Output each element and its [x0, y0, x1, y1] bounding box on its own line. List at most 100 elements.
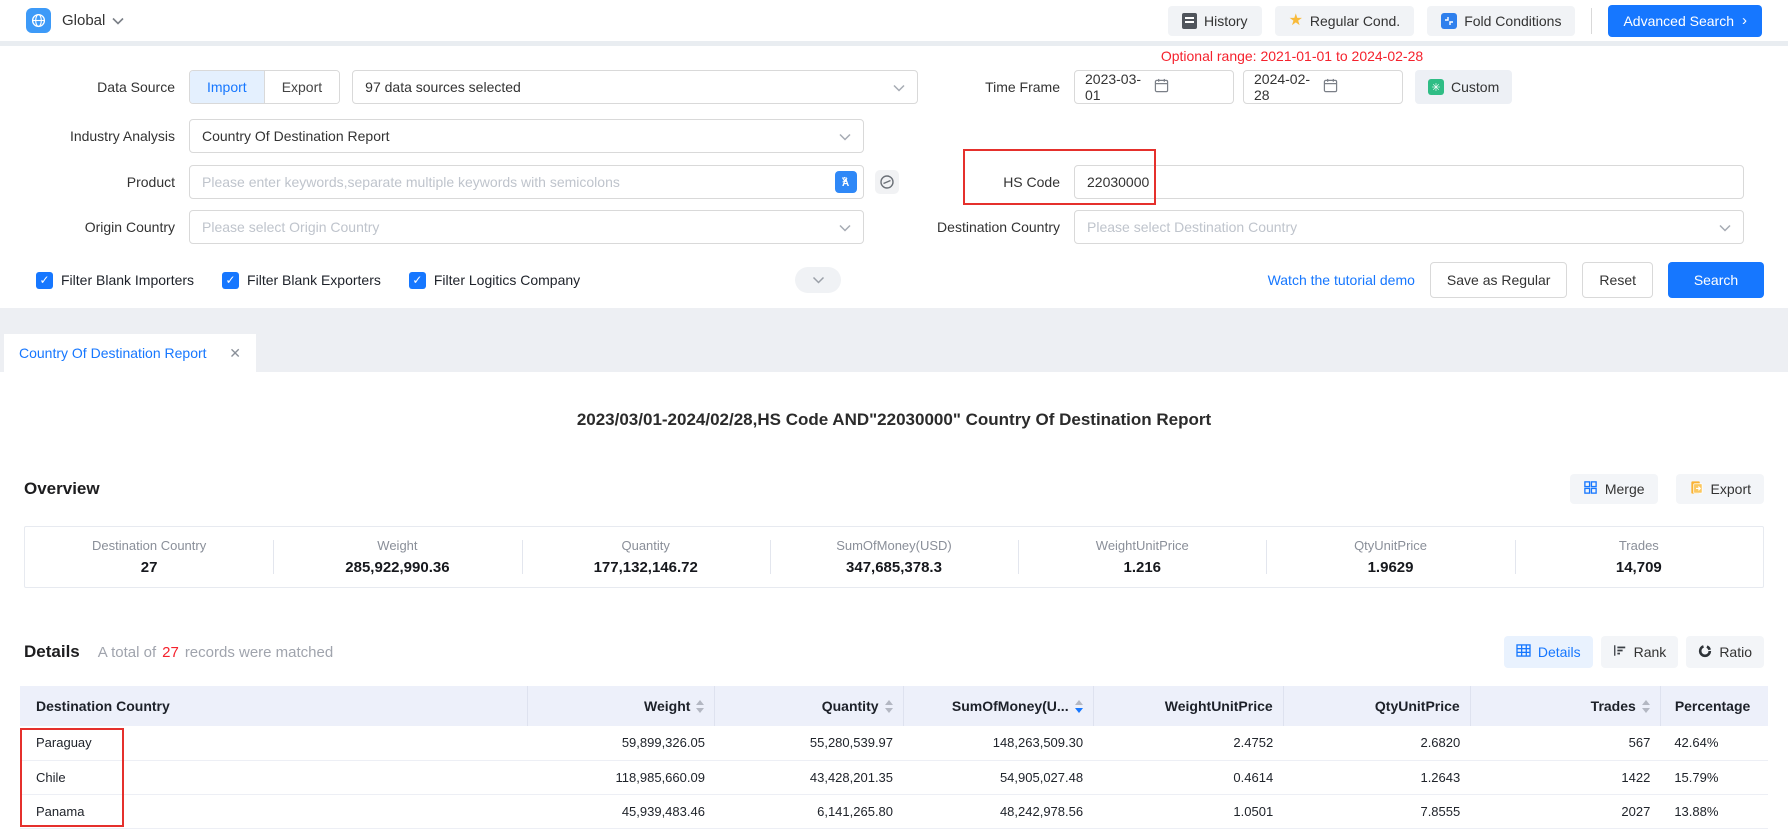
chevron-down-icon[interactable] — [112, 12, 124, 30]
custom-range-button[interactable]: ✳ Custom — [1415, 70, 1512, 104]
data-source-toggle: Import Export — [189, 70, 340, 104]
time-frame-fields: 2023-03-01 2024-02-28 ✳ Custom — [1074, 70, 1512, 104]
overview-header: Overview Merge Export — [0, 474, 1788, 504]
merge-icon — [1583, 480, 1598, 498]
fold-conditions-label: Fold Conditions — [1464, 13, 1561, 29]
stat-label: Weight — [377, 538, 417, 553]
regular-cond-button[interactable]: ★ Regular Cond. — [1275, 6, 1415, 36]
col-quantity-label: Quantity — [822, 698, 879, 714]
col-trades[interactable]: Trades — [1470, 686, 1660, 726]
stat-value: 27 — [141, 559, 158, 576]
col-trades-label: Trades — [1591, 698, 1636, 714]
product-keywords-input[interactable] — [189, 165, 864, 199]
stat-sum-of-money: SumOfMoney(USD) 347,685,378.3 — [770, 538, 1018, 576]
save-as-regular-button[interactable]: Save as Regular — [1430, 262, 1568, 298]
view-ratio-button[interactable]: Ratio — [1686, 636, 1764, 668]
end-date-input[interactable]: 2024-02-28 — [1243, 70, 1403, 104]
search-button[interactable]: Search — [1668, 262, 1764, 298]
stat-qty-unit-price: QtyUnitPrice 1.9629 — [1266, 538, 1514, 576]
cell-percentage: 42.64% — [1660, 726, 1768, 760]
stat-label: Destination Country — [92, 538, 206, 553]
stat-destination-country: Destination Country 27 — [25, 538, 273, 576]
calendar-icon — [1323, 78, 1392, 96]
details-table: Destination Country Weight Quantity SumO… — [20, 686, 1768, 829]
cell-percentage: 13.88% — [1660, 794, 1768, 828]
col-weight-unit-price: WeightUnitPrice — [1093, 686, 1283, 726]
origin-country-select[interactable]: Please select Origin Country — [189, 210, 864, 244]
export-label: Export — [1711, 481, 1751, 497]
sort-icon[interactable] — [1642, 700, 1650, 713]
summary-count: 27 — [162, 644, 179, 661]
chevron-right-icon: › — [1742, 12, 1747, 29]
cell-weight: 59,899,326.05 — [528, 726, 715, 760]
reset-button[interactable]: Reset — [1582, 262, 1653, 298]
region-selector-label[interactable]: Global — [62, 12, 105, 29]
col-quantity[interactable]: Quantity — [715, 686, 903, 726]
col-sum-of-money-label: SumOfMoney(U... — [952, 698, 1069, 714]
origin-country-placeholder: Please select Origin Country — [202, 219, 839, 235]
col-weight[interactable]: Weight — [528, 686, 715, 726]
stat-trades: Trades 14,709 — [1515, 538, 1763, 576]
stat-label: Quantity — [621, 538, 669, 553]
import-option[interactable]: Import — [190, 71, 264, 103]
stat-value: 285,922,990.36 — [345, 559, 449, 576]
top-bar: Global History ★ Regular Cond. Fold Cond… — [0, 0, 1788, 41]
sort-icon[interactable] — [696, 700, 704, 713]
translate-icon[interactable]: A — [835, 171, 857, 193]
custom-icon: ✳ — [1428, 79, 1444, 95]
sort-icon-active-desc[interactable] — [1075, 700, 1083, 713]
filter-checkboxes: ✓ Filter Blank Importers ✓ Filter Blank … — [36, 272, 580, 289]
cell-sum-of-money: 148,263,509.30 — [903, 726, 1093, 760]
cell-country: Panama — [20, 794, 528, 828]
tutorial-demo-link[interactable]: Watch the tutorial demo — [1268, 272, 1415, 288]
chevron-down-icon — [839, 128, 851, 144]
history-button-label: History — [1204, 13, 1248, 29]
view-rank-label: Rank — [1634, 644, 1667, 660]
star-icon: ★ — [1289, 13, 1303, 29]
tab-title: Country Of Destination Report — [19, 345, 207, 361]
history-button[interactable]: History — [1168, 6, 1262, 36]
fold-conditions-button[interactable]: Fold Conditions — [1427, 6, 1575, 36]
filter-logitics-company-checkbox[interactable]: ✓ Filter Logitics Company — [409, 272, 580, 289]
destination-country-select[interactable]: Please select Destination Country — [1074, 210, 1744, 244]
destination-country-label: Destination Country — [890, 219, 1060, 235]
view-details-button[interactable]: Details — [1504, 636, 1593, 668]
close-icon[interactable]: ✕ — [229, 345, 241, 362]
sort-icon[interactable] — [885, 700, 893, 713]
view-details-label: Details — [1538, 644, 1581, 660]
filter-blank-exporters-checkbox[interactable]: ✓ Filter Blank Exporters — [222, 272, 381, 289]
export-button[interactable]: Export — [1676, 474, 1764, 504]
export-option[interactable]: Export — [264, 71, 339, 103]
table-row-panama[interactable]: Panama 45,939,483.46 6,141,265.80 48,242… — [20, 794, 1768, 828]
filter-blank-exporters-label: Filter Blank Exporters — [247, 272, 381, 288]
cell-weight: 118,985,660.09 — [528, 760, 715, 794]
filter-logitics-company-label: Filter Logitics Company — [434, 272, 580, 288]
view-rank-button[interactable]: Rank — [1601, 636, 1679, 668]
stat-value: 177,132,146.72 — [594, 559, 698, 576]
table-icon — [1516, 644, 1531, 660]
cell-sum-of-money: 48,242,978.56 — [903, 794, 1093, 828]
overview-stats-card: Destination Country 27 Weight 285,922,99… — [24, 526, 1764, 588]
cell-weight: 45,939,483.46 — [528, 794, 715, 828]
advanced-search-button[interactable]: Advanced Search › — [1608, 5, 1762, 37]
industry-analysis-select[interactable]: Country Of Destination Report — [189, 119, 864, 153]
collapse-conditions-button[interactable] — [795, 267, 841, 293]
col-sum-of-money[interactable]: SumOfMoney(U... — [903, 686, 1093, 726]
filter-blank-importers-checkbox[interactable]: ✓ Filter Blank Importers — [36, 272, 194, 289]
table-row-chile[interactable]: Chile 118,985,660.09 43,428,201.35 54,90… — [20, 760, 1768, 794]
bar-chart-icon — [1613, 644, 1627, 660]
tab-country-of-destination-report[interactable]: Country Of Destination Report ✕ — [4, 334, 256, 372]
data-sources-select[interactable]: 97 data sources selected — [352, 70, 918, 104]
hs-code-input[interactable] — [1074, 165, 1744, 199]
cell-trades: 567 — [1470, 726, 1660, 760]
stat-label: QtyUnitPrice — [1354, 538, 1427, 553]
merge-button[interactable]: Merge — [1570, 474, 1658, 504]
overview-actions: Merge Export — [1570, 474, 1764, 504]
cell-qty-unit-price: 2.6820 — [1283, 726, 1470, 760]
table-row-paraguay[interactable]: Paraguay 59,899,326.05 55,280,539.97 148… — [20, 726, 1768, 760]
trade-data-app: Global History ★ Regular Cond. Fold Cond… — [0, 0, 1788, 831]
start-date-input[interactable]: 2023-03-01 — [1074, 70, 1234, 104]
stat-value: 1.216 — [1123, 559, 1161, 576]
time-frame-label: Time Frame — [890, 79, 1060, 95]
stat-label: WeightUnitPrice — [1096, 538, 1189, 553]
